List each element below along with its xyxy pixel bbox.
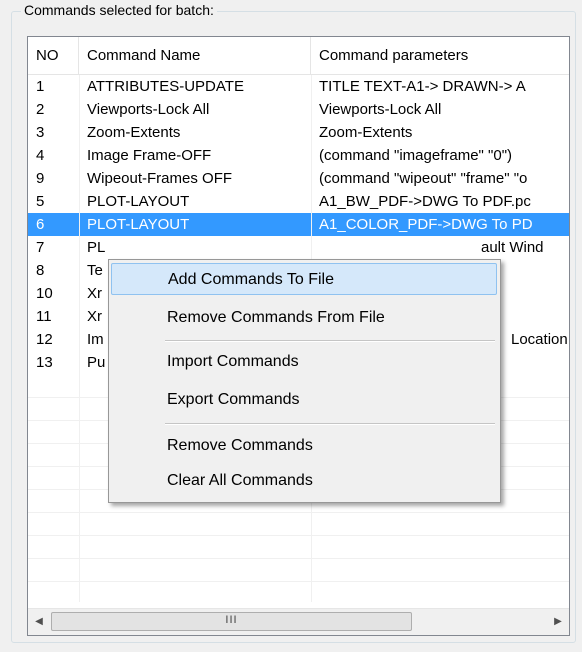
row-command-name: PLOT-LAYOUT: [87, 216, 190, 233]
table-row-selected[interactable]: 6 PLOT-LAYOUT A1_COLOR_PDF->DWG To PD: [28, 213, 569, 236]
row-no: 10: [36, 285, 53, 302]
menu-separator: [165, 340, 495, 342]
row-command-name: Viewports-Lock All: [87, 101, 210, 118]
menu-item-export-commands[interactable]: Export Commands: [111, 384, 497, 416]
row-command-name: ATTRIBUTES-UPDATE: [87, 78, 244, 95]
row-no: 2: [36, 101, 45, 118]
row-command-params: ault Wind: [481, 239, 544, 256]
row-command-name: PL: [87, 239, 106, 256]
column-header-no[interactable]: NO: [28, 37, 79, 74]
table-row[interactable]: 1 ATTRIBUTES-UPDATE TITLE TEXT-A1-> DRAWN-…: [28, 75, 569, 98]
table-row[interactable]: 9 Wipeout-Frames OFF (command "wipeout" "f…: [28, 167, 569, 190]
row-command-params: Viewports-Lock All: [319, 101, 442, 118]
row-no: 11: [36, 308, 52, 325]
row-command-params: (command "imageframe" "0"): [319, 147, 513, 164]
table-row[interactable]: 5 PLOT-LAYOUT A1_BW_PDF->DWG To PDF.pc: [28, 190, 569, 213]
menu-item-remove-commands[interactable]: Remove Commands: [111, 430, 497, 462]
menu-item-add-commands-to-file[interactable]: Add Commands To File: [111, 263, 497, 295]
menu-separator: [165, 423, 495, 425]
menu-item-remove-commands-from-file[interactable]: Remove Commands From File: [111, 302, 497, 334]
row-command-name: Wipeout-Frames OFF: [87, 170, 233, 187]
context-menu: Add Commands To File Remove Commands Fro…: [108, 259, 501, 503]
table-row[interactable]: 3 Zoom-Extents Zoom-Extents: [28, 121, 569, 144]
grid-line: [28, 581, 569, 582]
grid-line: [28, 512, 569, 513]
row-no: 12: [36, 331, 53, 348]
row-no: 9: [36, 170, 45, 187]
grid-line: [28, 535, 569, 536]
groupbox-title: Commands selected for batch:: [21, 2, 217, 18]
row-command-name: Zoom-Extents: [87, 124, 181, 141]
table-row[interactable]: 4 Image Frame-OFF (command "imageframe" "0…: [28, 144, 569, 167]
row-command-params: TITLE TEXT-A1-> DRAWN-> A: [319, 78, 526, 95]
row-no: 7: [36, 239, 45, 256]
table-row[interactable]: 7 PL ault Wind: [28, 236, 569, 259]
row-no: 3: [36, 124, 45, 141]
row-no: 1: [36, 78, 45, 95]
column-header-command-name[interactable]: Command Name: [79, 37, 311, 74]
scrollbar-thumb[interactable]: III: [51, 612, 412, 631]
row-command-name: PLOT-LAYOUT: [87, 193, 190, 210]
menu-item-clear-all-commands[interactable]: Clear All Commands: [111, 465, 497, 497]
row-command-params: A1_COLOR_PDF->DWG To PD: [319, 216, 533, 233]
row-no: 8: [36, 262, 45, 279]
row-command-name: Image Frame-OFF: [87, 147, 212, 164]
row-no: 13: [36, 354, 53, 371]
scroll-left-arrow-icon[interactable]: ◀: [28, 609, 50, 635]
table-row[interactable]: 2 Viewports-Lock All Viewports-Lock All: [28, 98, 569, 121]
row-command-params: (command "wipeout" "frame" "o: [319, 170, 528, 187]
row-no: 4: [36, 147, 45, 164]
menu-item-import-commands[interactable]: Import Commands: [111, 346, 497, 378]
row-command-params: Zoom-Extents: [319, 124, 413, 141]
row-no: 6: [36, 216, 45, 233]
column-divider: [79, 75, 80, 602]
row-no: 5: [36, 193, 45, 210]
row-command-params: A1_BW_PDF->DWG To PDF.pc: [319, 193, 531, 210]
horizontal-scrollbar[interactable]: ◀ III ▶: [28, 608, 569, 635]
column-header-command-parameters[interactable]: Command parameters: [311, 37, 569, 74]
list-header: NO Command Name Command parameters: [28, 37, 569, 75]
grid-line: [28, 558, 569, 559]
scroll-right-arrow-icon[interactable]: ▶: [547, 609, 569, 635]
